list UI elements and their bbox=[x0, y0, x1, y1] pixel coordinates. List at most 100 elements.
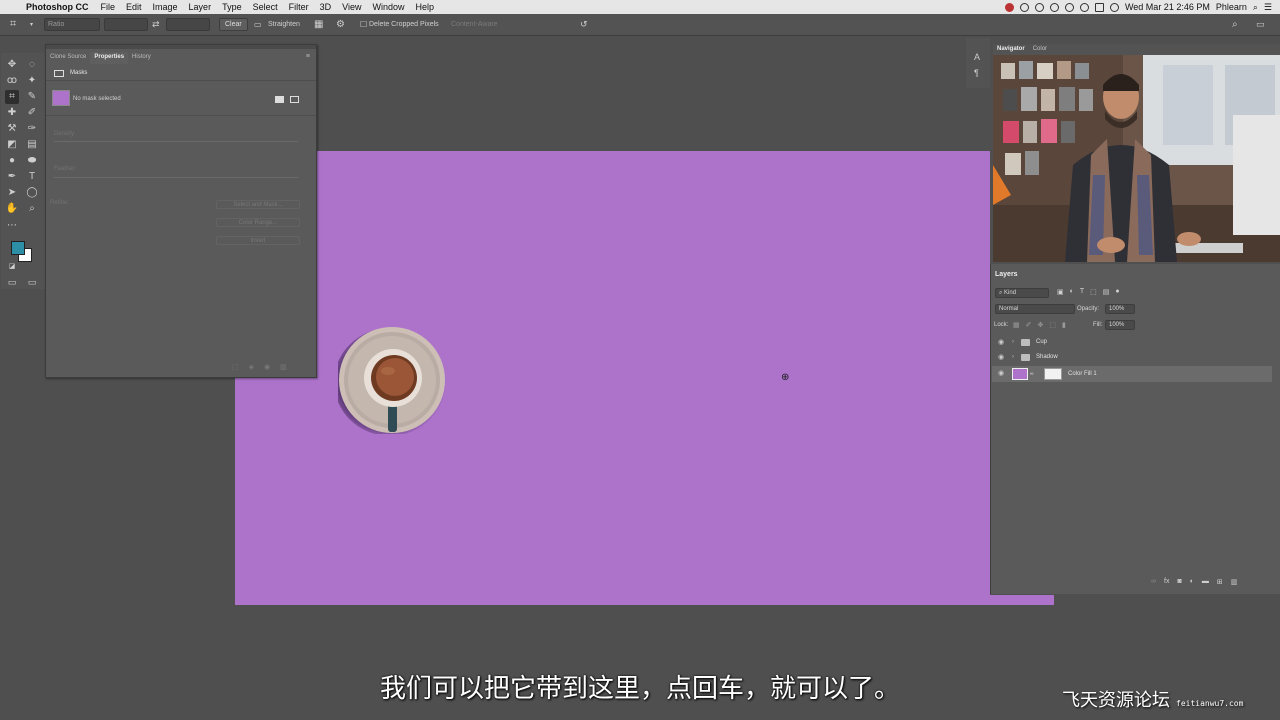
apply-mask-icon[interactable]: ◈ bbox=[249, 363, 254, 371]
layer-name[interactable]: Color Fill 1 bbox=[1068, 371, 1097, 377]
new-layer-icon[interactable]: ⊞ bbox=[1217, 578, 1223, 586]
clone-stamp-tool-icon[interactable]: ⚒ bbox=[5, 122, 19, 136]
fill-field[interactable]: 100% bbox=[1105, 320, 1135, 330]
tab-history[interactable]: History bbox=[128, 52, 155, 64]
invert-button[interactable]: Invert bbox=[216, 236, 300, 245]
height-field[interactable] bbox=[166, 18, 210, 31]
default-colors-icon[interactable]: ◪ bbox=[5, 260, 19, 274]
load-selection-icon[interactable]: ⬚ bbox=[232, 363, 239, 371]
eraser-tool-icon[interactable]: ◩ bbox=[5, 138, 19, 152]
blend-mode-select[interactable]: Normal bbox=[995, 304, 1075, 314]
sync-icon[interactable] bbox=[1049, 2, 1059, 12]
delete-mask-icon[interactable]: ▥ bbox=[280, 363, 287, 371]
volume-icon[interactable] bbox=[1109, 2, 1119, 12]
more-tools-icon[interactable]: ⋯ bbox=[5, 219, 19, 233]
new-adjustment-icon[interactable]: ◐ bbox=[1190, 578, 1194, 586]
filter-toggle-icon[interactable]: ● bbox=[1115, 288, 1119, 296]
menu-window[interactable]: Window bbox=[372, 2, 404, 12]
visibility-eye-icon[interactable]: ◉ bbox=[998, 354, 1004, 362]
add-pixel-mask-icon[interactable] bbox=[275, 96, 284, 103]
link-layers-icon[interactable]: ∞ bbox=[1151, 578, 1156, 586]
settings-gear-icon[interactable]: ⚙ bbox=[336, 18, 345, 31]
record-icon[interactable] bbox=[1004, 2, 1014, 12]
lock-transparent-icon[interactable]: ▦ bbox=[1013, 321, 1020, 329]
panel-menu-icon[interactable]: ≡ bbox=[306, 53, 310, 60]
dropbox-icon[interactable] bbox=[1034, 2, 1044, 12]
reset-icon[interactable]: ↺ bbox=[580, 18, 588, 31]
workspace-icon[interactable]: ▭ bbox=[1256, 18, 1265, 31]
menubar-user[interactable]: Phlearn bbox=[1216, 2, 1247, 12]
tab-clone-source[interactable]: Clone Source bbox=[46, 52, 90, 64]
select-and-mask-button[interactable]: Select and Mask... bbox=[216, 200, 300, 209]
filter-kind-select[interactable]: ⌕ Kind bbox=[995, 288, 1049, 298]
canvas-strip[interactable] bbox=[990, 595, 1054, 605]
filter-type-icon[interactable]: T bbox=[1080, 288, 1084, 296]
gradient-tool-icon[interactable]: ▤ bbox=[25, 138, 39, 152]
density-slider[interactable] bbox=[54, 141, 298, 142]
quick-mask-icon[interactable]: ▭ bbox=[5, 275, 19, 289]
notification-center-icon[interactable]: ☰ bbox=[1264, 2, 1272, 13]
layer-name[interactable]: Cup bbox=[1036, 339, 1047, 345]
marquee-tool-icon[interactable]: ◌ bbox=[25, 58, 39, 72]
tab-navigator[interactable]: Navigator bbox=[993, 44, 1029, 55]
expand-chevron-icon[interactable]: › bbox=[1012, 339, 1014, 345]
layer-row-selected[interactable]: ◉ ∞ Color Fill 1 bbox=[992, 366, 1272, 382]
paragraph-panel-icon[interactable]: ¶ bbox=[974, 68, 979, 78]
delete-layer-icon[interactable]: ▥ bbox=[1231, 578, 1238, 586]
add-vector-mask-icon[interactable] bbox=[290, 96, 299, 103]
eyedropper-tool-icon[interactable]: ✎ bbox=[25, 90, 39, 104]
crop-tool-icon[interactable]: ⌗ bbox=[10, 18, 16, 31]
filter-smartobject-icon[interactable]: ▤ bbox=[1103, 288, 1110, 296]
magic-wand-tool-icon[interactable]: ✦ bbox=[25, 74, 39, 88]
healing-brush-tool-icon[interactable]: ✚ bbox=[5, 106, 19, 120]
delete-cropped-checkbox[interactable]: ☐ bbox=[360, 18, 367, 31]
menu-view[interactable]: View bbox=[342, 2, 361, 12]
foreground-color-swatch[interactable] bbox=[11, 241, 25, 255]
type-tool-icon[interactable]: T bbox=[25, 170, 39, 184]
filter-adjustment-icon[interactable]: ◐ bbox=[1070, 288, 1074, 296]
layer-row[interactable]: ◉ › Cup bbox=[992, 336, 1272, 350]
opacity-field[interactable]: 100% bbox=[1105, 304, 1135, 314]
menu-layer[interactable]: Layer bbox=[189, 2, 212, 12]
menu-3d[interactable]: 3D bbox=[320, 2, 332, 12]
lasso-tool-icon[interactable]: ꝏ bbox=[5, 74, 19, 88]
overlay-grid-icon[interactable]: ▦ bbox=[314, 18, 323, 31]
move-tool-icon[interactable]: ✥ bbox=[5, 58, 19, 72]
width-field[interactable] bbox=[104, 18, 148, 31]
hand-tool-icon[interactable]: ✋ bbox=[5, 202, 19, 216]
disable-mask-icon[interactable]: ◉ bbox=[264, 363, 270, 371]
shape-tool-icon[interactable]: ◯ bbox=[25, 186, 39, 200]
add-mask-icon[interactable]: ◙ bbox=[1177, 578, 1181, 586]
menu-filter[interactable]: Filter bbox=[289, 2, 309, 12]
character-panel-icon[interactable]: A bbox=[974, 52, 980, 62]
menu-edit[interactable]: Edit bbox=[126, 2, 142, 12]
lock-pixels-icon[interactable]: ✐ bbox=[1026, 321, 1032, 329]
zoom-tool-icon[interactable]: ⌕ bbox=[25, 202, 39, 216]
menu-help[interactable]: Help bbox=[415, 2, 434, 12]
clear-button[interactable]: Clear bbox=[219, 18, 248, 31]
filter-pixel-icon[interactable]: ▣ bbox=[1057, 288, 1064, 296]
time-machine-icon[interactable] bbox=[1064, 2, 1074, 12]
pen-tool-icon[interactable]: ✒ bbox=[5, 170, 19, 184]
brush-tool-icon[interactable]: ✐ bbox=[25, 106, 39, 120]
straighten-icon[interactable]: ▭ bbox=[254, 18, 262, 31]
tab-properties[interactable]: Properties bbox=[90, 52, 129, 64]
expand-chevron-icon[interactable]: › bbox=[1012, 354, 1014, 360]
search-icon[interactable]: ⌕ bbox=[1232, 18, 1238, 31]
airplay-icon[interactable] bbox=[1094, 2, 1104, 12]
tab-color[interactable]: Color bbox=[1029, 44, 1051, 55]
screen-mode-icon[interactable]: ▭ bbox=[25, 275, 39, 289]
layer-style-icon[interactable]: fx bbox=[1164, 578, 1169, 586]
feather-slider[interactable] bbox=[54, 177, 298, 178]
crop-tool-icon[interactable]: ⌗ bbox=[5, 90, 19, 104]
straighten-button[interactable]: Straighten bbox=[268, 18, 300, 31]
visibility-eye-icon[interactable]: ◉ bbox=[998, 339, 1004, 347]
blur-tool-icon[interactable]: ● bbox=[5, 154, 19, 168]
layer-row[interactable]: ◉ › Shadow bbox=[992, 351, 1272, 365]
spotlight-icon[interactable]: ⌕ bbox=[1253, 2, 1258, 13]
color-range-button[interactable]: Color Range... bbox=[216, 218, 300, 227]
ratio-select[interactable]: Ratio bbox=[44, 18, 100, 31]
visibility-eye-icon[interactable]: ◉ bbox=[998, 370, 1004, 378]
panel-grip[interactable] bbox=[46, 45, 316, 49]
filter-shape-icon[interactable]: ⬚ bbox=[1090, 288, 1097, 296]
